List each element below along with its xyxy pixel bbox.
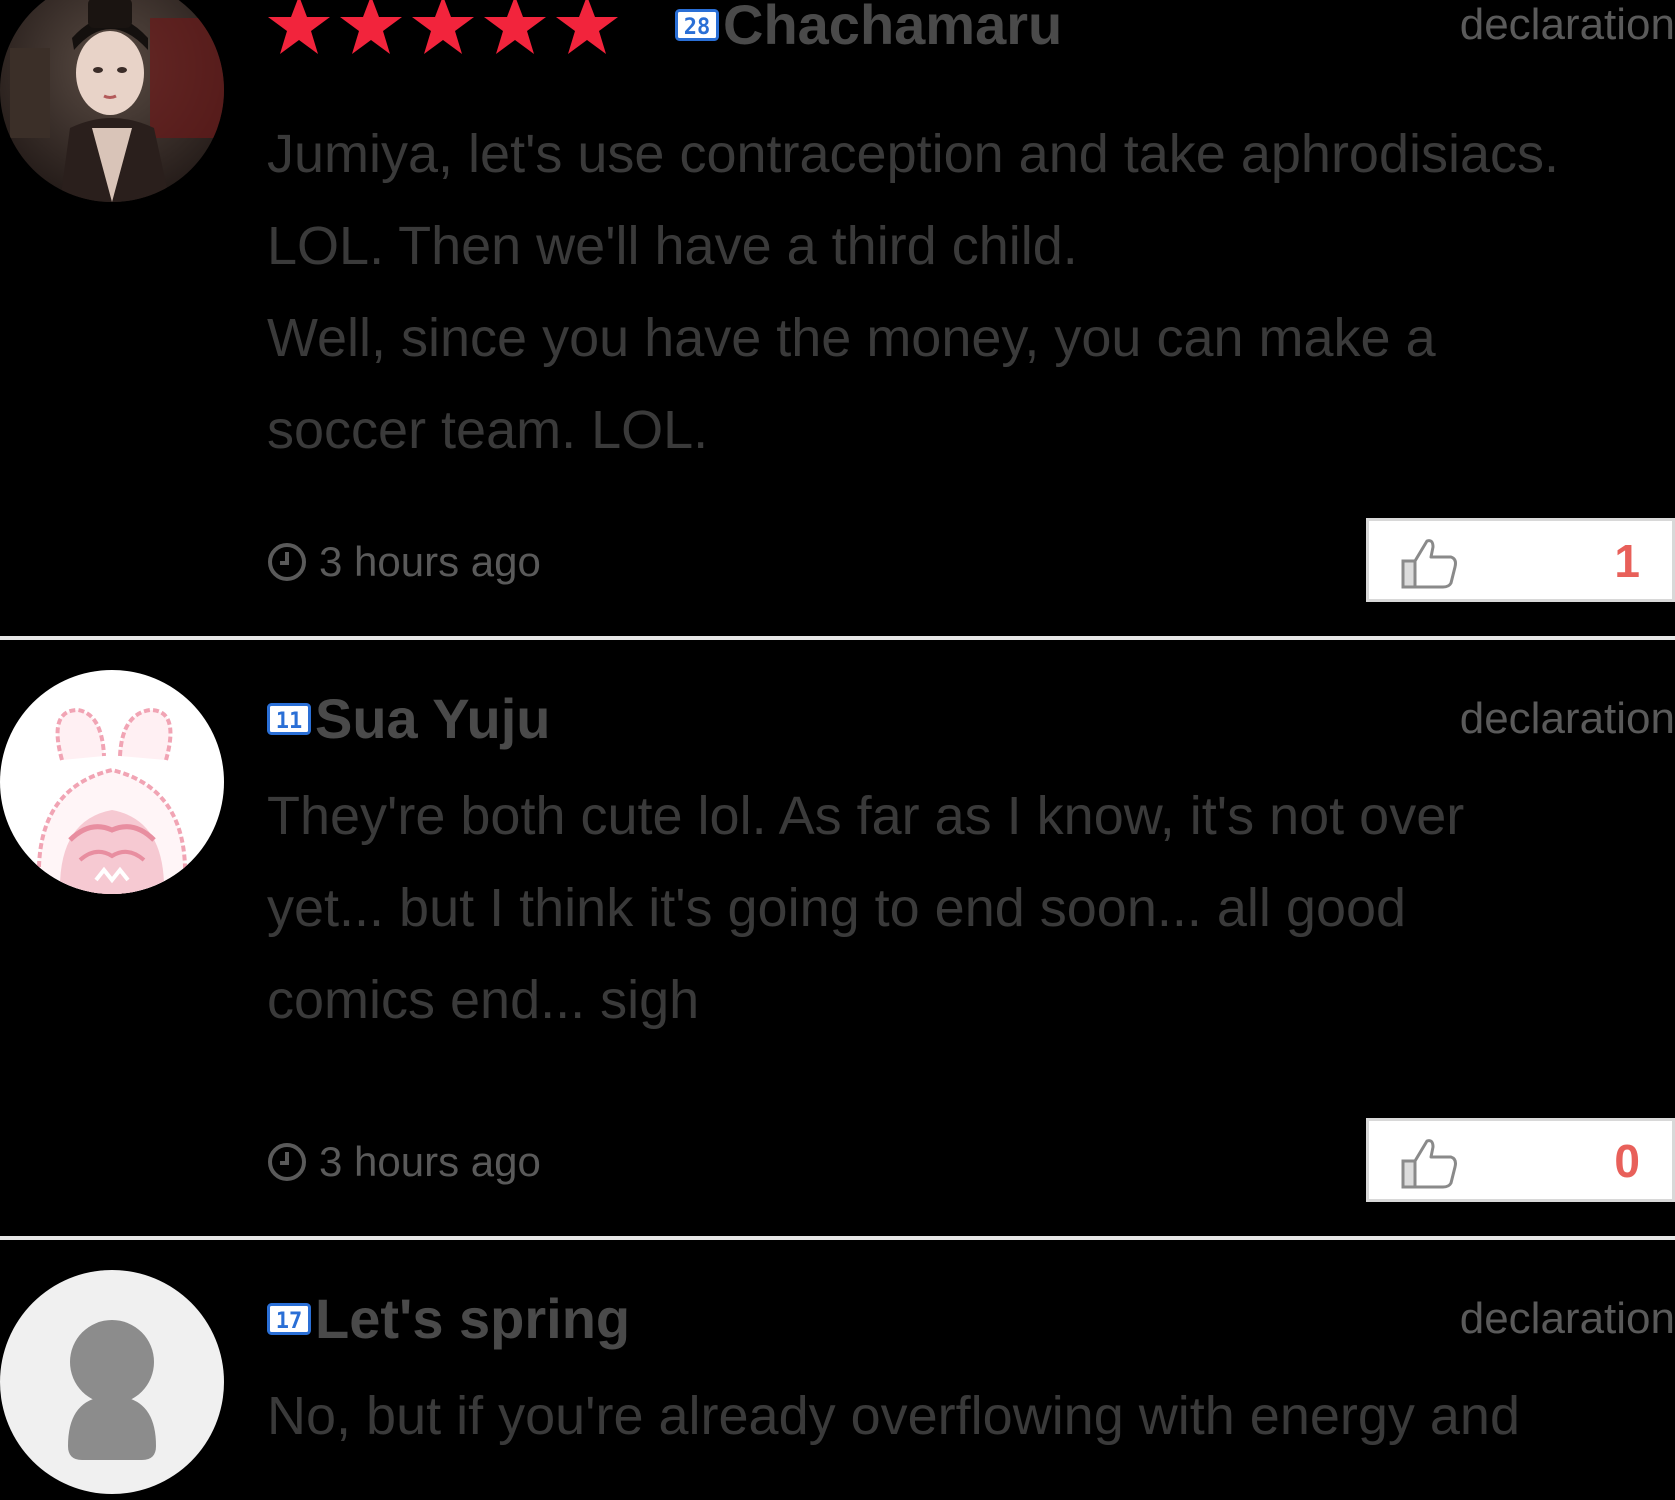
comment-header: 28 Chachamaru declaration [267,0,1675,64]
thumbs-up-icon [1399,1135,1459,1191]
comment-text: No, but if you're already overflowing wi… [267,1370,1667,1462]
comment-line: soccer team. LOL. [267,400,709,460]
star-icon [483,0,547,56]
clock-icon [267,1142,307,1182]
comment-header: 17 Let's spring declaration [267,1288,1675,1358]
clock-icon [267,542,307,582]
svg-text:28: 28 [684,15,711,40]
username-text: Sua Yuju [315,687,551,750]
avatar[interactable] [0,1270,224,1494]
comment-line: yet... but I think it's going to end soo… [267,878,1407,938]
declaration-link[interactable]: declaration [1460,1288,1675,1350]
avatar[interactable] [0,0,224,202]
username[interactable]: 11 Sua Yuju [267,688,550,750]
comment-line: Jumiya, let's use contraception and take… [267,124,1560,184]
declaration-link[interactable]: declaration [1460,0,1675,56]
username[interactable]: 28 Chachamaru [675,0,1062,56]
like-button[interactable]: 0 [1366,1118,1675,1202]
thumbs-up-icon [1399,535,1459,591]
user-silhouette-icon [68,1320,156,1460]
comment-text: They're both cute lol. As far as I know,… [267,770,1667,1046]
level-badge-icon: 11 [267,703,311,735]
rating-stars [267,0,619,56]
level-badge-icon: 17 [267,1303,311,1335]
comment-line: comics end... sigh [267,970,700,1030]
like-count: 1 [1614,535,1640,587]
comment-line: They're both cute lol. As far as I know,… [267,786,1465,846]
comment-line: LOL. Then we'll have a third child. [267,216,1078,276]
comment-line: No, but if you're already overflowing wi… [267,1386,1520,1446]
timestamp: 3 hours ago [267,1134,541,1190]
comment-text: Jumiya, let's use contraception and take… [267,108,1667,476]
like-count: 0 [1614,1135,1640,1187]
declaration-link[interactable]: declaration [1460,688,1675,750]
star-icon [267,0,331,56]
username-text: Let's spring [315,1287,631,1350]
svg-text:11: 11 [276,709,303,734]
star-icon [555,0,619,56]
timestamp: 3 hours ago [267,534,541,590]
divider [0,636,1675,640]
timestamp-text: 3 hours ago [319,1138,541,1185]
level-badge-icon: 28 [675,9,719,41]
like-button[interactable]: 1 [1366,518,1675,602]
svg-text:17: 17 [276,1309,303,1334]
star-icon [411,0,475,56]
divider [0,1236,1675,1240]
username[interactable]: 17 Let's spring [267,1288,630,1350]
timestamp-text: 3 hours ago [319,538,541,585]
comment-line: Well, since you have the money, you can … [267,308,1436,368]
comment-header: 11 Sua Yuju declaration [267,688,1675,758]
star-icon [339,0,403,56]
username-text: Chachamaru [723,0,1063,56]
avatar[interactable] [0,670,224,894]
